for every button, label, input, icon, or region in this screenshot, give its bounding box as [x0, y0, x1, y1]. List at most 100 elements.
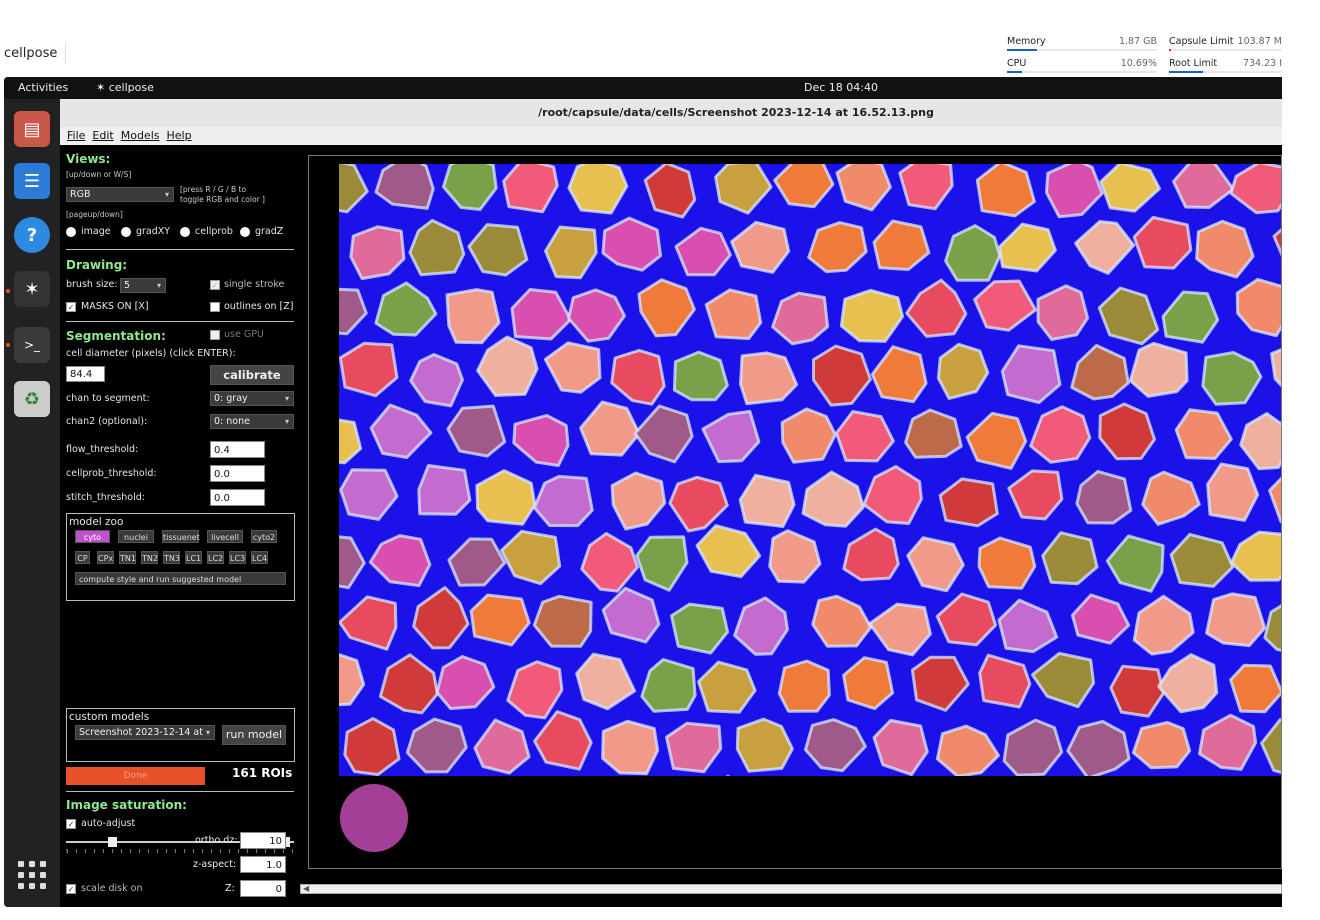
model-cyto2-button[interactable]: cyto2: [251, 530, 277, 543]
divider: [66, 791, 294, 792]
model-livecell-button[interactable]: livecell: [207, 530, 243, 543]
ortho-dz-input[interactable]: 10: [240, 832, 286, 849]
cell-mask: [1030, 651, 1096, 709]
cell-mask: [601, 719, 660, 776]
calibrate-button[interactable]: calibrate: [210, 365, 294, 385]
scroll-left-arrow-icon[interactable]: ◀: [303, 884, 309, 893]
trash-icon[interactable]: ♻: [14, 381, 50, 417]
cell-mask: [872, 219, 931, 271]
files-icon[interactable]: ▤: [14, 111, 50, 147]
model-tn2-button[interactable]: TN2: [141, 551, 158, 564]
cell-mask: [435, 655, 496, 711]
model-tissuenet-button[interactable]: tissuenet: [162, 530, 200, 543]
saturation-low-handle[interactable]: [107, 837, 117, 847]
menu-edit[interactable]: Edit: [92, 129, 113, 142]
custom-model-select[interactable]: Screenshot 2023-12-14 at: [75, 725, 215, 740]
z-aspect-input[interactable]: 1.0: [240, 856, 286, 873]
use-gpu-checkbox[interactable]: [210, 330, 220, 340]
clock[interactable]: Dec 18 04:40: [804, 81, 878, 94]
help-icon[interactable]: ?: [14, 217, 50, 253]
model-lc2-button[interactable]: LC2: [207, 551, 224, 564]
model-cpx-button[interactable]: CPx: [97, 551, 114, 564]
z-input[interactable]: 0: [240, 880, 286, 897]
show-apps-icon[interactable]: [18, 861, 46, 889]
cell-mask: [672, 350, 729, 402]
model-tn3-button[interactable]: TN3: [163, 551, 180, 564]
cellprob-threshold-label: cellprob_threshold:: [66, 468, 157, 479]
cell-mask: [1002, 718, 1064, 776]
menu-models[interactable]: Models: [121, 129, 160, 142]
writer-icon[interactable]: ☰: [14, 163, 50, 199]
cell-mask: [998, 222, 1057, 273]
cell-mask: [1132, 594, 1195, 656]
activities-button[interactable]: Activities: [18, 81, 68, 94]
outlines-on-label: outlines on [Z]: [224, 301, 294, 312]
cellpose-app-icon[interactable]: ✶: [14, 271, 50, 307]
model-cyto-button[interactable]: cyto: [75, 530, 110, 543]
cell-mask: [670, 602, 730, 655]
cell-mask: [1131, 720, 1192, 770]
z-scrollbar[interactable]: ◀: [300, 884, 1282, 894]
masks-on-checkbox[interactable]: ✓: [66, 302, 76, 312]
flow-threshold-input[interactable]: 0.4: [210, 441, 265, 458]
chan-to-segment-label: chan to segment:: [66, 393, 150, 404]
cell-mask: [665, 721, 723, 774]
terminal-icon[interactable]: >_: [14, 327, 50, 363]
cell-mask: [533, 710, 593, 771]
cell-mask: [610, 348, 666, 406]
color-mode-select[interactable]: RGB: [66, 187, 174, 202]
cell-mask: [378, 653, 439, 715]
cell-mask: [476, 335, 539, 397]
model-lc1-button[interactable]: LC1: [185, 551, 202, 564]
cell-mask: [1000, 344, 1062, 405]
outlines-on-checkbox[interactable]: [210, 302, 220, 312]
stitch-threshold-input[interactable]: 0.0: [210, 489, 265, 506]
radio-cellprob[interactable]: [180, 227, 190, 237]
model-lc4-button[interactable]: LC4: [251, 551, 268, 564]
app-menu[interactable]: ✶ cellpose: [96, 81, 154, 94]
cell-mask: [1007, 469, 1064, 521]
cell-mask: [1074, 220, 1136, 275]
chan2-select[interactable]: 0: none: [210, 414, 294, 429]
radio-gradxy[interactable]: [121, 227, 131, 237]
model-tn1-button[interactable]: TN1: [119, 551, 136, 564]
scale-disk-checkbox[interactable]: ✓: [66, 884, 76, 894]
cell-mask: [417, 464, 472, 516]
model-cp-button[interactable]: CP: [75, 551, 90, 564]
cell-mask: [771, 291, 830, 346]
capsule-limit-label: Capsule Limit: [1169, 36, 1234, 47]
image-viewport[interactable]: [308, 155, 1282, 869]
brush-size-select[interactable]: 5: [120, 278, 166, 293]
cell-mask: [1070, 343, 1130, 401]
chan-to-segment-select[interactable]: 0: gray: [210, 391, 294, 406]
cell-mask: [1109, 664, 1165, 718]
cell-mask: [812, 344, 872, 407]
radio-gradz[interactable]: [240, 227, 250, 237]
cell-mask: [1201, 351, 1263, 406]
brush-size-label: brush size:: [66, 279, 118, 290]
cpu-label: CPU: [1007, 58, 1027, 69]
model-nuclei-button[interactable]: nuclei: [118, 530, 154, 543]
model-lc3-button[interactable]: LC3: [229, 551, 246, 564]
run-model-button[interactable]: run model: [222, 725, 286, 745]
cell-mask: [944, 224, 1002, 282]
menu-help[interactable]: Help: [167, 129, 192, 142]
auto-adjust-checkbox[interactable]: ✓: [66, 819, 76, 829]
cell-mask: [904, 408, 963, 459]
cell-mask: [773, 164, 835, 209]
ortho-dz-label: ortho dz:: [195, 835, 238, 846]
segmentation-image[interactable]: [339, 164, 1281, 776]
cell-mask: [965, 411, 1028, 470]
single-stroke-checkbox[interactable]: ✓: [210, 280, 220, 290]
app-title: cellpose: [4, 46, 58, 61]
menu-file[interactable]: File: [67, 129, 85, 142]
cell-mask: [1263, 604, 1281, 652]
radio-image[interactable]: [66, 227, 76, 237]
cell-mask: [910, 655, 970, 712]
cell-mask: [807, 221, 868, 274]
cell-mask: [374, 164, 435, 210]
compute-style-button[interactable]: compute style and run suggested model: [75, 572, 286, 585]
saturation-ticks: [66, 849, 294, 853]
cellprob-threshold-input[interactable]: 0.0: [210, 465, 265, 482]
cell-diameter-input[interactable]: 84.4: [66, 366, 105, 382]
